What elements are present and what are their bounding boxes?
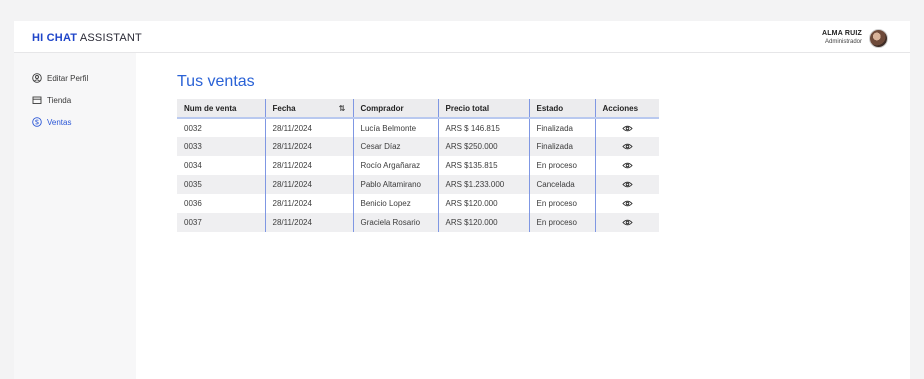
user-name: ALMA RUIZ xyxy=(821,30,862,37)
cell-num: 0037 xyxy=(177,213,266,232)
view-eye-icon[interactable] xyxy=(622,162,633,169)
cell-precio: ARS $250.000 xyxy=(438,137,530,156)
cell-fecha: 28/11/2024 xyxy=(265,118,354,137)
sales-table: Num de venta Fecha ⇅ Comprador Precio tot… xyxy=(177,99,659,232)
brand-bold: HI CHAT xyxy=(32,32,78,44)
table-header-row: Num de venta Fecha ⇅ Comprador Precio tot… xyxy=(177,99,659,119)
cell-estado: Cancelada xyxy=(529,175,596,194)
cell-fecha: 28/11/2024 xyxy=(265,213,354,232)
column-header-estado: Estado xyxy=(529,99,596,119)
user-info: ALMA RUIZ Administrador xyxy=(822,30,862,46)
user-menu[interactable]: ALMA RUIZ Administrador xyxy=(822,27,888,49)
cell-comprador: Lucía Belmonte xyxy=(353,118,439,137)
cell-acciones xyxy=(595,194,659,213)
cell-acciones xyxy=(595,175,659,194)
sidebar-item-label: Tienda xyxy=(47,95,72,105)
cell-comprador: Cesar Díaz xyxy=(353,137,439,156)
cell-precio: ARS $ 146.815 xyxy=(438,118,530,137)
column-header-acciones: Acciones xyxy=(595,99,659,119)
cell-precio: ARS $1.233.000 xyxy=(438,175,530,194)
cell-num: 0036 xyxy=(177,194,266,213)
page-title: Tus ventas xyxy=(177,73,255,90)
sidebar-item-label: Editar Perfil xyxy=(47,73,89,83)
cell-acciones xyxy=(595,156,659,175)
dollar-circle-icon xyxy=(32,117,42,127)
cell-fecha: 28/11/2024 xyxy=(265,137,354,156)
sidebar-item-label: Ventas xyxy=(47,117,72,127)
table-row: 0036 28/11/2024 Benicio Lopez ARS $120.0… xyxy=(177,194,659,213)
user-role: Administrador xyxy=(824,39,862,45)
table-row: 0037 28/11/2024 Graciela Rosario ARS $12… xyxy=(177,213,659,232)
cell-acciones xyxy=(595,118,659,137)
column-header-precio: Precio total xyxy=(438,99,530,119)
cell-num: 0032 xyxy=(177,118,266,137)
table-row: 0034 28/11/2024 Rocío Argañaraz ARS $135… xyxy=(177,156,659,175)
avatar[interactable] xyxy=(869,28,888,48)
cell-estado: En proceso xyxy=(529,194,596,213)
view-eye-icon[interactable] xyxy=(622,181,633,188)
cell-comprador: Benicio Lopez xyxy=(353,194,439,213)
sidebar-item-ventas[interactable]: Ventas xyxy=(32,116,71,128)
sidebar-item-tienda[interactable]: Tienda xyxy=(32,94,71,106)
column-header-comprador: Comprador xyxy=(353,99,439,119)
cell-estado: En proceso xyxy=(529,156,596,175)
cell-num: 0035 xyxy=(177,175,266,194)
cell-precio: ARS $120.000 xyxy=(438,213,530,232)
cell-comprador: Pablo Altamirano xyxy=(353,175,439,194)
sort-icon[interactable]: ⇅ xyxy=(339,104,346,113)
column-header-fecha[interactable]: Fecha ⇅ xyxy=(265,99,354,119)
top-bar: HI CHAT ASSISTANT ALMA RUIZ Administrado… xyxy=(14,21,910,53)
table-row: 0033 28/11/2024 Cesar Díaz ARS $250.000 … xyxy=(177,137,659,156)
column-header-num: Num de venta xyxy=(177,99,266,119)
cell-num: 0033 xyxy=(177,137,266,156)
cell-acciones xyxy=(595,137,659,156)
sidebar: Editar Perfil Tienda Ventas xyxy=(14,53,136,379)
main-content: Tus ventas Num de venta Fecha ⇅ Comprador… xyxy=(136,53,910,379)
view-eye-icon[interactable] xyxy=(622,219,633,226)
store-icon xyxy=(32,95,42,105)
cell-fecha: 28/11/2024 xyxy=(265,156,354,175)
cell-estado: Finalizada xyxy=(529,118,596,137)
view-eye-icon[interactable] xyxy=(622,125,633,132)
cell-estado: Finalizada xyxy=(529,137,596,156)
view-eye-icon[interactable] xyxy=(622,200,633,207)
cell-comprador: Graciela Rosario xyxy=(353,213,439,232)
brand-logo[interactable]: HI CHAT ASSISTANT xyxy=(32,32,142,44)
cell-precio: ARS $120.000 xyxy=(438,194,530,213)
cell-num: 0034 xyxy=(177,156,266,175)
user-circle-icon xyxy=(32,73,42,83)
cell-estado: En proceso xyxy=(529,213,596,232)
cell-precio: ARS $135.815 xyxy=(438,156,530,175)
table-row: 0032 28/11/2024 Lucía Belmonte ARS $ 146… xyxy=(177,118,659,137)
cell-comprador: Rocío Argañaraz xyxy=(353,156,439,175)
cell-acciones xyxy=(595,213,659,232)
cell-fecha: 28/11/2024 xyxy=(265,194,354,213)
view-eye-icon[interactable] xyxy=(622,143,633,150)
brand-rest: ASSISTANT xyxy=(77,32,142,44)
sidebar-item-editar-perfil[interactable]: Editar Perfil xyxy=(32,72,88,84)
cell-fecha: 28/11/2024 xyxy=(265,175,354,194)
table-row: 0035 28/11/2024 Pablo Altamirano ARS $1.… xyxy=(177,175,659,194)
